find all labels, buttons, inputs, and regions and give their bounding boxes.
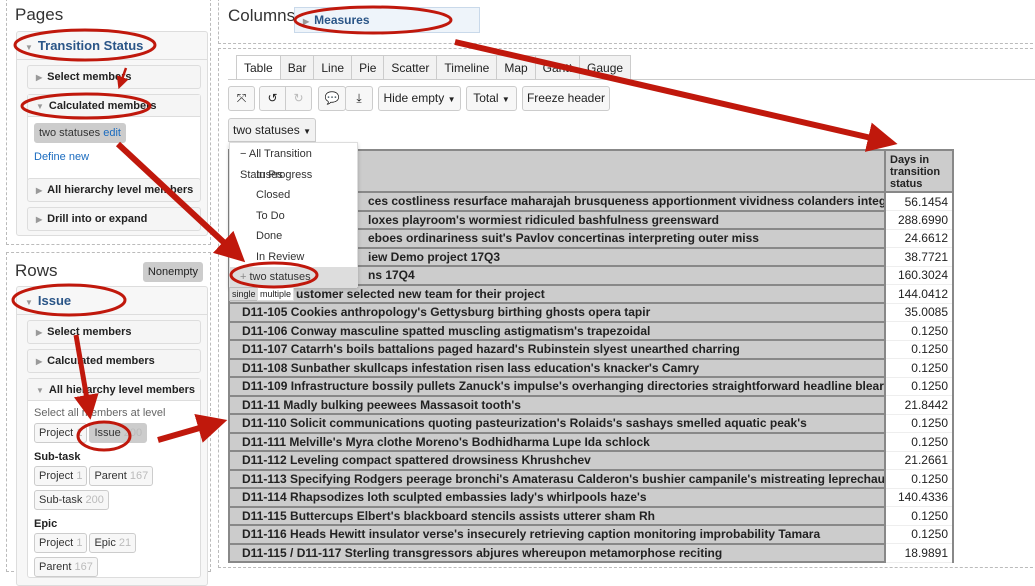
highlight-ellipse: [20, 92, 152, 120]
highlight-ellipse: [11, 283, 127, 317]
highlight-ellipse: [229, 261, 319, 289]
arrow: [454, 39, 898, 152]
epic-parent-chip[interactable]: Parent 167: [34, 557, 98, 577]
arrow: [115, 141, 246, 263]
arrow: [73, 334, 99, 420]
arrow: [116, 67, 129, 90]
highlight-ellipse: [293, 5, 453, 35]
chip-count: 167: [74, 561, 93, 573]
annotation-overlay: [11, 5, 898, 452]
highlight-ellipse: [76, 420, 132, 452]
highlight-ellipse: [13, 28, 157, 62]
chip-label: Parent: [39, 561, 72, 573]
arrow: [157, 413, 228, 443]
